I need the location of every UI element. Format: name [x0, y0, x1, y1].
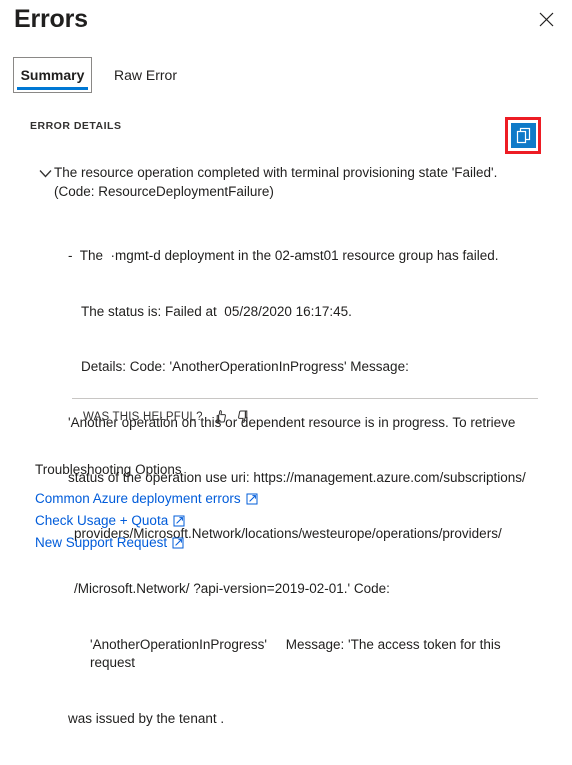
thumbs-up-icon [213, 409, 228, 424]
link-label[interactable]: New Support Request [35, 535, 167, 550]
error-detail-line: 'AnotherOperationInProgress' Message: 'T… [90, 636, 505, 671]
close-button[interactable] [533, 6, 559, 32]
link-label[interactable]: Common Azure deployment errors [35, 491, 241, 506]
error-detail-line: The status is: Failed at 05/28/2020 16:1… [81, 303, 352, 319]
tab-summary-label: Summary [20, 67, 85, 83]
external-link-icon[interactable] [172, 537, 184, 549]
error-headline-row: The resource operation completed with te… [36, 163, 541, 201]
error-detail-line: - The ·mgmt-d deployment in the 02-amst0… [68, 248, 499, 263]
error-detail-line: Details: Code: 'AnotherOperationInProgre… [81, 359, 409, 374]
tab-list: Summary Raw Error [13, 57, 183, 93]
troubleshooting-links: Common Azure deployment errors Check Usa… [35, 488, 435, 554]
error-headline-text: The resource operation completed with te… [54, 165, 498, 199]
error-detail-line: was issued by the tenant . [68, 710, 225, 726]
link-check-usage-quota[interactable]: Check Usage + Quota [35, 510, 435, 531]
tab-raw-error[interactable]: Raw Error [108, 57, 183, 93]
feedback-row: WAS THIS HELPFUL? [83, 408, 258, 425]
tab-active-indicator [17, 87, 88, 90]
external-link-icon[interactable] [246, 493, 258, 505]
thumbs-down-icon [236, 409, 251, 424]
tab-raw-error-label: Raw Error [114, 67, 178, 83]
page-title: Errors [14, 5, 88, 33]
copy-icon [515, 127, 532, 144]
troubleshooting-title: Troubleshooting Options [35, 462, 182, 477]
thumbs-up-button[interactable] [212, 408, 230, 425]
external-link-icon[interactable] [173, 515, 185, 527]
tab-summary[interactable]: Summary [13, 57, 92, 93]
link-new-support-request[interactable]: New Support Request [35, 532, 435, 553]
divider [72, 398, 538, 399]
thumbs-down-button[interactable] [235, 408, 253, 425]
copy-to-clipboard-button[interactable] [510, 123, 536, 148]
link-common-azure-deployment-errors[interactable]: Common Azure deployment errors [35, 488, 435, 509]
panel-header: Errors [0, 0, 572, 52]
close-icon [539, 12, 554, 27]
copy-button-highlight [505, 117, 541, 154]
error-details-label: ERROR DETAILS [30, 120, 122, 132]
link-label[interactable]: Check Usage + Quota [35, 513, 168, 528]
error-detail-line: /Microsoft.Network/ ?api-version=2019-02… [74, 581, 390, 596]
feedback-label: WAS THIS HELPFUL? [83, 410, 203, 423]
chevron-down-icon[interactable] [36, 163, 54, 178]
